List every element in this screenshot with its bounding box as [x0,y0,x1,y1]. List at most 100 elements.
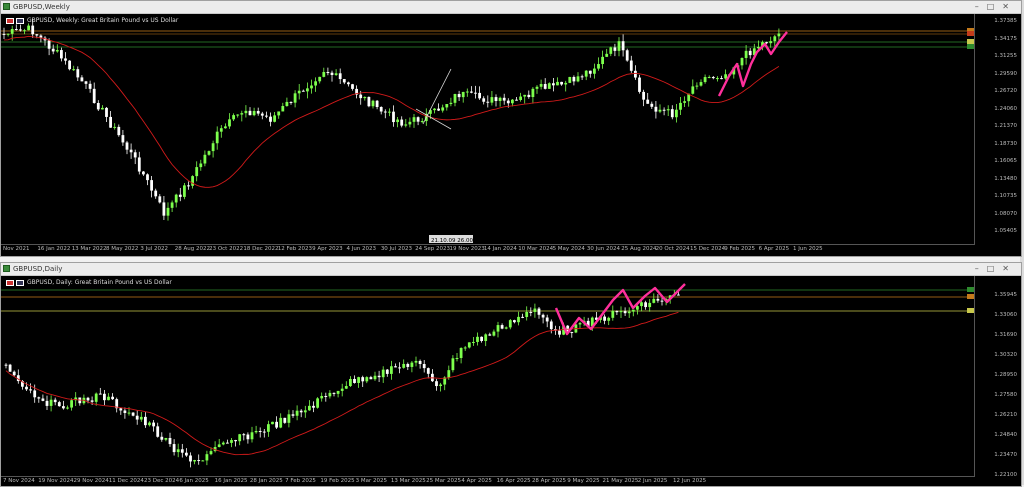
price-tick-label: 1.18730 [994,140,1017,147]
date-tick-label: 19 Feb 2025 [320,478,355,484]
candle-body [558,330,561,335]
date-tick-label: 25 Aug 2024 [621,246,657,252]
candle-body [35,34,39,36]
candle-body [291,414,295,416]
candle-body [289,101,293,103]
price-tick-label: 1.31255 [994,53,1017,59]
candle-body [98,393,102,395]
candle-body [308,405,311,411]
candle-body [414,360,418,363]
candle-body [49,399,53,406]
candle-body [560,81,563,85]
candle-body [283,417,287,423]
daily-price-axis[interactable]: 1.35945 1.33060 1.31690 1.30320 1.28950 1.275… [974,276,1021,478]
candle-body [129,149,133,153]
weekly-price-axis[interactable]: 1.37385 1.34175 1.31255 1.29590 1.26720 1.240… [974,14,1021,244]
candle-body [148,422,151,426]
candle-body [84,81,88,84]
maximize-icon[interactable]: □ [987,2,1003,11]
candle-body [394,366,397,368]
candle-body [193,460,196,462]
date-tick-label: 28 Apr 2025 [531,478,566,484]
candle-body [144,416,147,426]
weekly-time-axis[interactable]: Nov 2021 16 Jan 2022 13 Mar 2022 8 May 2022… [1,244,975,255]
candle-body [27,25,30,31]
weekly-price-chart[interactable]: 21.10.09 26.00 [1,14,975,244]
minimize-icon[interactable]: – [975,264,987,273]
candle-body [322,72,326,77]
date-tick-label: 7 Feb 2025 [285,478,316,484]
candle-body [707,77,711,79]
candle-body [285,101,289,107]
candle-body [244,110,248,114]
candle-body [607,317,611,321]
candle-body [338,73,342,80]
date-tick-label: 12 Jun 2025 [673,478,707,484]
candle-body [25,386,28,390]
candle-body [125,142,129,150]
candle-body [250,432,254,440]
candle-body [201,460,205,462]
candle-body [53,399,57,403]
candle-body [677,294,680,296]
candle-body [406,363,410,367]
candle-body [463,347,467,349]
date-tick-label: 9 Feb 2025 [724,246,756,252]
candle-body [506,100,510,104]
candle-body [439,384,442,387]
candle-body [699,82,703,86]
candle-body [513,320,516,323]
candle-body [578,323,582,325]
daily-price-chart[interactable] [1,276,975,476]
daily-time-axis[interactable]: 7 Nov 2024 19 Nov 2024 29 Nov 2024 11 Dec 2… [1,476,975,486]
candle-body [105,107,108,117]
candle-body [476,336,479,342]
candle-body [303,410,307,413]
candle-body [426,368,430,374]
maximize-icon[interactable]: □ [987,264,1003,273]
candle-body [609,47,613,54]
daily-chart-window[interactable]: GBPUSD,Daily –□✕ GBPUSD, Daily: Great Br… [0,262,1022,487]
candle-body [47,40,51,49]
candle-body [160,436,164,440]
price-tick-label: 1.21370 [994,123,1017,129]
candle-body [41,398,45,401]
candle-body [320,395,324,399]
weekly-chart-window[interactable]: GBPUSD,Weekly –□✕ GBPUSD, Weekly: Great … [0,0,1022,257]
candle-body [127,412,131,414]
candle-body [777,33,781,37]
candle-body [162,202,166,216]
daily-titlebar[interactable]: GBPUSD,Daily –□✕ [1,263,1021,276]
candle-body [549,321,553,330]
candle-body [658,109,662,112]
candle-body [342,79,346,83]
candle-body [365,377,369,382]
candle-body [209,451,213,455]
candle-body [410,362,414,367]
price-tick-label: 1.29590 [994,70,1017,77]
candle-body [457,94,461,98]
close-icon[interactable]: ✕ [1002,2,1017,11]
candle-body [455,357,459,359]
weekly-titlebar[interactable]: GBPUSD,Weekly –□✕ [1,1,1021,14]
candle-body [242,434,246,436]
candle-body [381,369,385,378]
candle-body [496,325,500,332]
candle-body [383,111,387,113]
price-tick-label: 1.22100 [994,472,1017,478]
candle-body [66,407,69,409]
chart-window-icon [3,265,10,272]
date-tick-label: 30 Jul 2023 [380,246,412,252]
candle-body [275,421,278,428]
pattern-drawing [717,31,788,97]
candle-body [420,121,424,123]
candle-body [666,109,670,111]
close-icon[interactable]: ✕ [1002,264,1017,273]
candle-body [332,392,336,394]
candle-body [638,77,641,92]
date-tick-label: 3 Jul 2022 [140,246,169,252]
candle-body [416,117,420,122]
candle-body [271,421,274,425]
candle-body [517,316,520,323]
minimize-icon[interactable]: – [975,2,987,11]
